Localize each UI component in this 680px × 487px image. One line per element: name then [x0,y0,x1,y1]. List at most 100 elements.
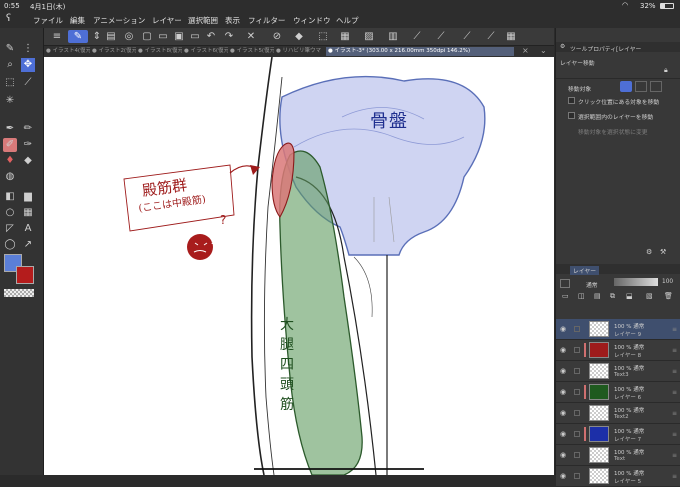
tab-close-icon[interactable]: × [522,46,529,55]
opacity-value[interactable]: 100 [662,279,673,285]
new-folder-icon[interactable]: ▤ [594,292,601,300]
new-raster-layer-icon[interactable]: ▭ [562,292,569,300]
menu-animation[interactable]: アニメーション [93,15,145,26]
menu-view[interactable]: 表示 [225,15,240,26]
undo-icon[interactable]: ↶ [204,30,218,43]
layer-tab[interactable]: レイヤー [570,266,600,275]
toolbar-icon-2[interactable]: ◎ [122,30,136,43]
option-checkbox-1[interactable] [568,97,575,104]
menu-edit[interactable]: 編集 [70,15,85,26]
clip-studio-logo-icon[interactable]: ʕ [6,13,11,24]
toolbar-icon-1[interactable]: ▤ [104,30,118,43]
eraser-icon[interactable]: ◆ [21,154,35,168]
text-tool-icon[interactable]: A [21,222,35,236]
eye-icon[interactable]: ◉ [560,367,566,375]
layer-lock-box[interactable] [574,368,580,374]
figure-icon[interactable]: ○ [3,206,17,220]
toggle-arrows-icon[interactable]: ⇕ [90,30,104,43]
delete-icon[interactable]: ✕ [244,30,258,43]
tab-document-5[interactable]: ● イラスト5(復元 [230,47,274,56]
settings-icon[interactable]: ⚙ [646,248,652,256]
brush-icon[interactable]: ✐ [3,138,17,152]
fill-tool-icon[interactable]: ◧ [3,190,17,204]
tab-document-active[interactable]: ● イラスト-3* (303.00 x 216.00mm 350dpi 146.… [326,47,514,56]
magic-wand-icon[interactable]: ✳ [3,94,17,108]
option-checkbox-2[interactable] [568,112,575,119]
drag-handle-icon[interactable]: ≡ [672,410,677,417]
tab-document-3[interactable]: ● イラスト8(復元 [138,47,182,56]
tab-document-6[interactable]: ● リハビリ筆ウマ [276,47,322,56]
layer-lock-box[interactable] [574,389,580,395]
zoom-icon[interactable]: ⌕ [3,58,17,72]
blend-mode-select[interactable]: 通常 [586,280,598,289]
redo-icon[interactable]: ↷ [222,30,236,43]
save-icon[interactable]: ▣ [172,30,186,43]
drag-handle-icon[interactable]: ≡ [672,431,677,438]
hamburger-menu-icon[interactable]: ≡ [50,30,64,43]
layer-row[interactable]: ◉ 100 % 通常 レイヤー 8 ≡ [556,340,680,361]
menu-file[interactable]: ファイル [33,15,63,26]
tab-menu-icon[interactable]: ⌄ [540,46,547,55]
gradient-icon[interactable]: ▆ [21,190,35,204]
tab-document-1[interactable]: ● イラスト4(復元 [46,47,90,56]
pen-tool-icon[interactable]: ✎ [3,42,17,56]
tab-document-2[interactable]: ● イラスト2(復元 [92,47,136,56]
eye-icon[interactable]: ◉ [560,388,566,396]
move-target-grid-button[interactable] [650,81,662,92]
transparent-color-swatch[interactable] [4,289,34,297]
airbrush-icon[interactable]: ✑ [21,138,35,152]
layer-row[interactable]: ◉ 100 % 通常 Text ≡ [556,445,680,466]
eyedropper-icon[interactable]: ⟋ [21,76,35,90]
expand-icon[interactable]: ⋮ [21,42,35,56]
wrench-icon[interactable]: ⚒ [660,248,666,256]
layer-row[interactable]: ◉ 100 % 通常 レイヤー 9 ≡ [556,319,680,340]
layer-row[interactable]: ◉ 100 % 通常 Text3 ≡ [556,361,680,382]
drag-handle-icon[interactable]: ≡ [672,473,677,480]
lock-icon[interactable]: 🔒︎ [664,66,668,75]
menu-layer[interactable]: レイヤー [152,15,182,26]
blend-icon[interactable]: ◍ [3,170,17,184]
brush-mode-icon[interactable]: ✎ [68,30,88,43]
layer-row[interactable]: ◉ 100 % 通常 レイヤー 5 ≡ [556,466,680,487]
layer-row[interactable]: ◉ 100 % 通常 レイヤー 6 ≡ [556,382,680,403]
layer-lock-box[interactable] [574,431,580,437]
eye-icon[interactable]: ◉ [560,325,566,333]
move-target-layer-button[interactable] [620,81,632,92]
pencil-icon[interactable]: ✏ [21,122,35,136]
eye-icon[interactable]: ◉ [560,430,566,438]
opacity-slider[interactable] [614,278,658,286]
canvas-area[interactable]: 骨盤 殿筋群 (ここは中殿筋) ? ? 大腿四頭筋 [44,57,554,475]
new-canvas-icon[interactable]: ▢ [140,30,154,43]
menu-help[interactable]: ヘルプ [336,15,359,26]
decoration-icon[interactable]: ♦ [3,154,17,168]
layer-lock-box[interactable] [574,410,580,416]
tab-document-4[interactable]: ● イラスト6(復元 [184,47,228,56]
correct-line-icon[interactable]: ↗ [21,238,35,252]
layer-lock-box[interactable] [574,326,580,332]
drag-handle-icon[interactable]: ≡ [672,326,677,333]
drag-handle-icon[interactable]: ≡ [672,452,677,459]
ruler-icon-3[interactable]: ⟋ [460,30,474,43]
open-file-icon[interactable]: ▭ [156,30,170,43]
move-layer-icon[interactable]: ✥ [21,58,35,72]
transform-icon[interactable]: ⬚ [316,30,330,43]
menu-filter[interactable]: フィルター [248,15,285,26]
clip-layer-icon[interactable]: ⧉ [610,292,615,301]
eye-icon[interactable]: ◉ [560,451,566,459]
ruler-tool-icon[interactable]: ◸ [3,222,17,236]
layer-mask-icon[interactable]: ▧ [646,292,653,300]
frame-icon[interactable]: ▦ [21,206,35,220]
new-vector-layer-icon[interactable]: ◫ [578,292,585,300]
ruler-icon-4[interactable]: ⟋ [484,30,498,43]
move-target-tone-button[interactable] [635,81,647,92]
clear-icon[interactable]: ⊘ [270,30,284,43]
pen-icon[interactable]: ✒ [3,122,17,136]
select-icon[interactable]: ▦ [338,30,352,43]
operation-icon[interactable]: ⬚ [3,76,17,90]
blend-icon-box[interactable] [560,279,570,288]
ruler-icon-1[interactable]: ⟋ [410,30,424,43]
fill-icon[interactable]: ◆ [292,30,306,43]
selection-clear-icon[interactable]: ▨ [362,30,376,43]
layer-row[interactable]: ◉ 100 % 通常 Text2 ≡ [556,403,680,424]
merge-icon[interactable]: ⬓ [626,292,633,300]
